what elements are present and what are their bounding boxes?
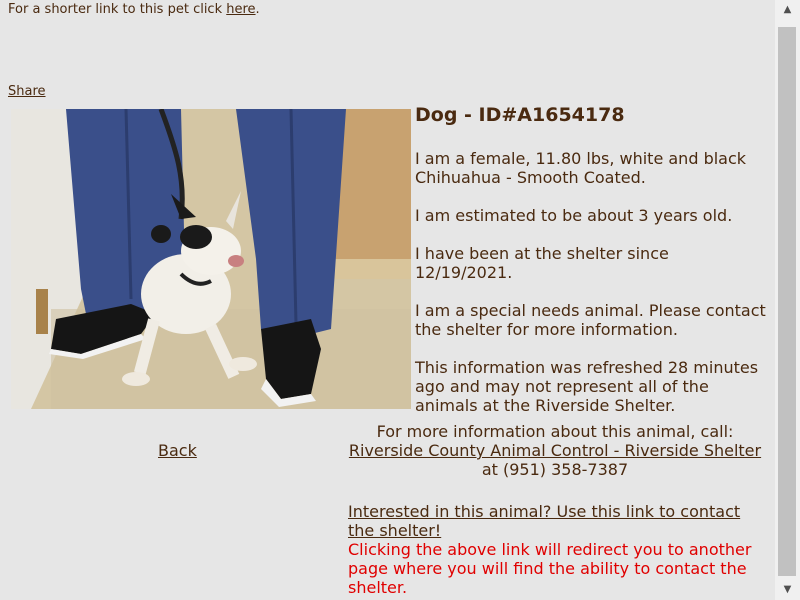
contact-info: For more information about this animal, … <box>340 422 770 479</box>
short-link-suffix: . <box>255 2 260 17</box>
pet-photo-image <box>11 109 411 409</box>
short-link-here[interactable]: here <box>226 2 255 17</box>
pet-age: I am estimated to be about 3 years old. <box>415 206 733 225</box>
back-link[interactable]: Back <box>158 441 197 460</box>
pet-info: Dog - ID#A1654178 I am a female, 11.80 l… <box>415 103 770 434</box>
contact-line: Riverside County Animal Control - Rivers… <box>340 441 770 479</box>
short-link-prefix: For a shorter link to this pet click <box>8 2 227 17</box>
vertical-scrollbar[interactable]: ▲ ▼ <box>775 0 800 600</box>
pet-photo <box>11 109 411 409</box>
contact-intro: For more information about this animal, … <box>376 422 734 441</box>
contact-shelter-link[interactable]: Interested in this animal? Use this link… <box>348 502 740 540</box>
shelter-phone: at (951) 358-7387 <box>481 460 629 479</box>
pet-refreshed-note: This information was refreshed 28 minute… <box>415 358 759 415</box>
share-link[interactable]: Share <box>8 84 46 100</box>
interested-block: Interested in this animal? Use this link… <box>348 502 768 597</box>
pet-special-needs: I am a special needs animal. Please cont… <box>415 301 766 339</box>
pet-title: Dog - ID#A1654178 <box>415 104 625 126</box>
pet-shelter-since: I have been at the shelter since 12/19/2… <box>415 244 669 282</box>
page-content: For a shorter link to this pet click her… <box>0 0 775 600</box>
scroll-down-arrow-icon[interactable]: ▼ <box>775 580 800 600</box>
short-link-line: For a shorter link to this pet click her… <box>8 2 260 18</box>
shelter-link[interactable]: Riverside County Animal Control - Rivers… <box>349 441 761 460</box>
pet-description: I am a female, 11.80 lbs, white and blac… <box>415 149 747 187</box>
scroll-up-arrow-icon[interactable]: ▲ <box>775 0 800 20</box>
redirect-note: Clicking the above link will redirect yo… <box>348 540 752 597</box>
scrollbar-thumb[interactable] <box>778 27 796 576</box>
